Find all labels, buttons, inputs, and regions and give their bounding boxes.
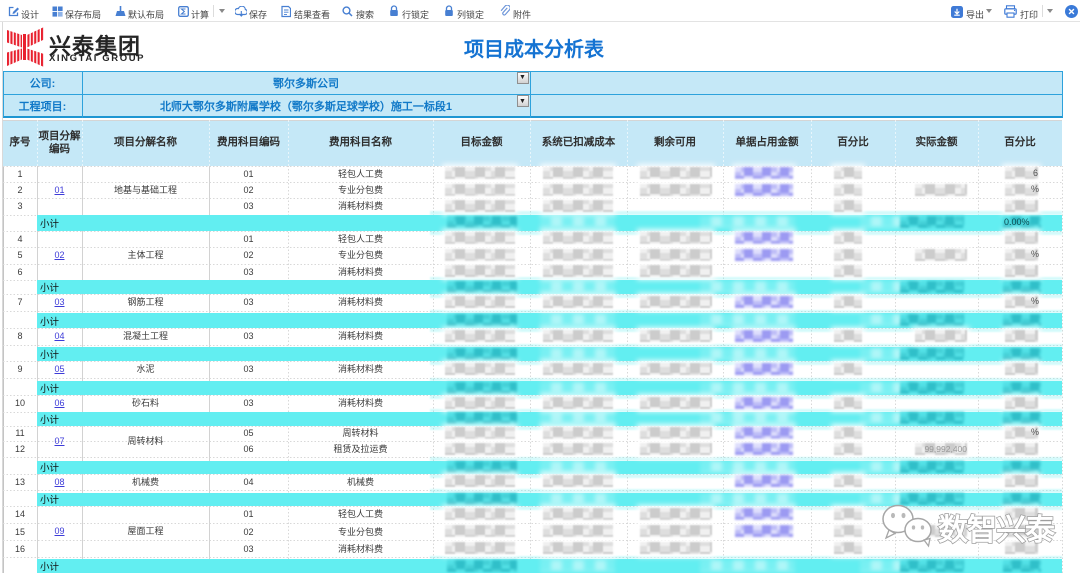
- svg-text:数智兴泰: 数智兴泰: [938, 514, 1056, 547]
